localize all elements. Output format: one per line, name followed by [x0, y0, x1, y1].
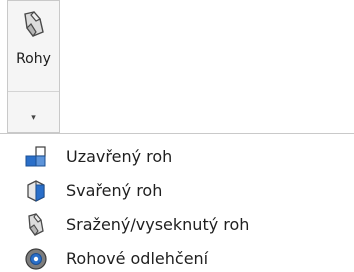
menu-item-label: Sražený/vyseknutý roh: [66, 215, 250, 234]
closed-corner-icon: [25, 146, 46, 167]
corner-relief-icon: [25, 248, 47, 270]
menu-item-corner-relief[interactable]: Rohové odlehčení: [0, 242, 354, 272]
rohy-label: Rohy: [16, 51, 51, 67]
dropdown-arrow-icon[interactable]: ▾: [8, 113, 59, 123]
menu-item-label: Svařený roh: [66, 181, 163, 200]
menu-item-label: Uzavřený roh: [66, 147, 173, 166]
corner-break-icon: [24, 11, 44, 37]
ribbon-separator: [8, 91, 59, 92]
rohy-ribbon-button[interactable]: Rohy ▾: [7, 0, 60, 133]
menu-item-label: Rohové odlehčení: [66, 249, 209, 268]
break-corner-icon: [28, 213, 44, 236]
rohy-ui: Rohy ▾ Uzavřený roh Svařený roh Sražený/…: [0, 0, 354, 272]
menu-item-break-corner[interactable]: Sražený/vyseknutý roh: [0, 208, 354, 242]
rohy-dropdown-menu: Uzavřený roh Svařený roh Sražený/vyseknu…: [0, 133, 354, 272]
menu-item-welded-corner[interactable]: Svařený roh: [0, 174, 354, 208]
menu-item-closed-corner[interactable]: Uzavřený roh: [0, 140, 354, 174]
welded-corner-icon: [27, 180, 45, 202]
